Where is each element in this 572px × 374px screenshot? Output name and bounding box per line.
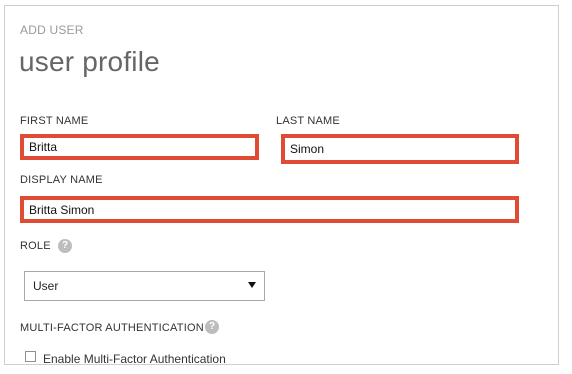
page-title: user profile	[19, 46, 160, 77]
dialog-eyebrow: ADD USER	[20, 23, 84, 37]
mfa-help-icon[interactable]: ?	[205, 320, 219, 334]
display-name-label: DISPLAY NAME	[20, 174, 103, 186]
role-select[interactable]: User	[24, 271, 265, 301]
role-label: ROLE	[20, 240, 51, 252]
first-name-value: Britta	[29, 140, 58, 154]
mfa-label: MULTI-FACTOR AUTHENTICATION	[20, 322, 204, 334]
last-name-label: LAST NAME	[276, 115, 340, 127]
add-user-dialog: ADD USER user profile FIRST NAME Britta …	[4, 5, 559, 366]
last-name-value: Simon	[290, 142, 325, 156]
display-name-value: Britta Simon	[29, 202, 95, 217]
last-name-field[interactable]: Simon	[281, 134, 519, 164]
mfa-checkbox-label[interactable]: Enable Multi-Factor Authentication	[43, 352, 226, 366]
display-name-field[interactable]: Britta Simon	[20, 196, 519, 223]
role-selected-value: User	[33, 279, 59, 293]
first-name-label: FIRST NAME	[20, 115, 89, 127]
mfa-checkbox[interactable]	[25, 351, 36, 362]
first-name-field[interactable]: Britta	[20, 134, 259, 160]
role-help-icon[interactable]: ?	[58, 239, 72, 253]
chevron-down-icon	[248, 282, 256, 288]
